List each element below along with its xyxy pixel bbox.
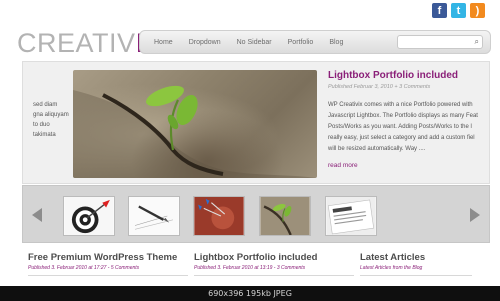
- column-heading[interactable]: Lightbox Portfolio included: [194, 252, 354, 263]
- search-icon[interactable]: ⌕: [475, 37, 479, 47]
- rss-icon[interactable]: ): [470, 3, 485, 18]
- sprout-in-crack-image: [73, 85, 317, 178]
- excerpt-line: takimata: [33, 132, 56, 138]
- column-heading[interactable]: Free Premium WordPress Theme: [28, 252, 188, 263]
- facebook-icon[interactable]: f: [432, 3, 447, 18]
- social-icons: f t ): [432, 3, 485, 18]
- nav-item-dropdown[interactable]: Dropdown: [189, 39, 221, 46]
- nav-item-blog[interactable]: Blog: [329, 39, 343, 46]
- featured-post-body: WP Creativix comes with a nice Portfolio…: [328, 102, 478, 152]
- image-info-text: 690x396 195kb JPEG: [208, 289, 292, 298]
- divider: [360, 275, 472, 276]
- carousel-thumb-pen[interactable]: [128, 196, 180, 236]
- carousel-next-arrow-icon[interactable]: [470, 208, 480, 222]
- column-meta: Published 3. Februar 2010 at 17:27 - 5 C…: [28, 265, 140, 271]
- sprout-icon: [260, 197, 310, 235]
- read-more-link[interactable]: read more: [328, 162, 358, 169]
- excerpt-line: to duo: [33, 122, 50, 128]
- column-meta: Published 3. Februar 2010 at 13:19 - 3 C…: [194, 265, 306, 271]
- main-nav: Home Dropdown No Sidebar Portfolio Blog …: [139, 30, 491, 54]
- column-heading: Latest Articles: [360, 252, 426, 263]
- carousel-thumb-darts[interactable]: [193, 196, 245, 236]
- nav-item-portfolio[interactable]: Portfolio: [288, 39, 314, 46]
- featured-image[interactable]: [73, 70, 317, 178]
- dartboard-icon: [64, 197, 114, 235]
- carousel-thumb-newspaper[interactable]: [325, 196, 377, 236]
- column-meta: Latest Articles from the Blog: [360, 265, 423, 271]
- darts-icon: [194, 197, 244, 235]
- search-input[interactable]: ⌕: [397, 35, 483, 49]
- featured-post: sed diam gna aliquyam to duo takimata Li…: [22, 61, 490, 184]
- column-post-1: Free Premium WordPress Theme Published 3…: [28, 252, 188, 276]
- image-info-bar: 690x396 195kb JPEG: [0, 286, 500, 301]
- thumbnail-carousel: [22, 185, 490, 243]
- carousel-thumb-sprout[interactable]: [259, 196, 311, 236]
- featured-post-meta: Published Februar 3, 2010 + 3 Comments: [328, 84, 431, 90]
- excerpt-line: gna aliquyam: [33, 112, 69, 118]
- twitter-icon[interactable]: t: [451, 3, 466, 18]
- pen-icon: [129, 197, 179, 235]
- divider: [194, 275, 354, 276]
- column-latest-articles: Latest Articles Latest Articles from the…: [360, 252, 472, 276]
- carousel-prev-arrow-icon[interactable]: [32, 208, 42, 222]
- featured-post-title[interactable]: Lightbox Portfolio included: [328, 70, 458, 81]
- nav-item-home[interactable]: Home: [154, 39, 173, 46]
- excerpt-line: sed diam: [33, 102, 58, 108]
- nav-item-no-sidebar[interactable]: No Sidebar: [237, 39, 272, 46]
- divider: [28, 275, 188, 276]
- newspaper-icon: [326, 197, 376, 235]
- previous-slide-excerpt: sed diam gna aliquyam to duo takimata: [33, 100, 69, 140]
- column-post-2: Lightbox Portfolio included Published 3.…: [194, 252, 354, 276]
- logo-text-main: CREATIV: [17, 28, 136, 58]
- carousel-thumb-dartboard[interactable]: [63, 196, 115, 236]
